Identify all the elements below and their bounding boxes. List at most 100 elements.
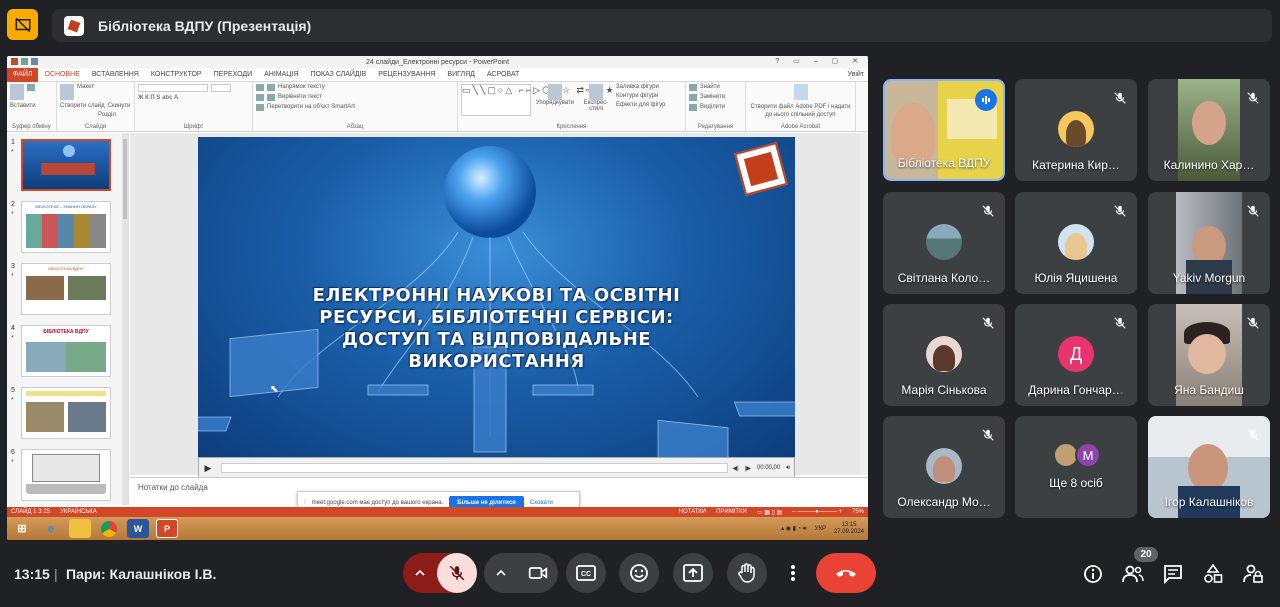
play-icon[interactable]: ▶ xyxy=(199,463,217,474)
host-controls-button[interactable] xyxy=(1242,563,1264,585)
font-size-select[interactable] xyxy=(211,84,231,92)
meeting-info-button[interactable] xyxy=(1082,563,1104,585)
word-icon[interactable]: W xyxy=(127,519,149,538)
chat-button[interactable] xyxy=(1162,563,1184,585)
tab-design[interactable]: КОНСТРУКТОР xyxy=(145,71,208,78)
font-name-select[interactable] xyxy=(138,84,208,92)
mic-options-chevron-icon[interactable] xyxy=(403,567,437,579)
view-buttons[interactable]: ▭ ▦ ▯ ▤ xyxy=(757,509,782,516)
select-button[interactable]: Виділити xyxy=(700,104,725,111)
arrange-icon[interactable] xyxy=(548,84,562,100)
adobe-pdf-icon[interactable] xyxy=(793,84,808,100)
participant-tile[interactable]: Д Дарина Гончар… xyxy=(1015,304,1137,406)
zoom-slider[interactable]: – ———●——— + xyxy=(792,509,842,516)
new-slide-button[interactable]: Створити слайд xyxy=(60,103,105,109)
people-button[interactable] xyxy=(1122,563,1144,585)
tray-icons[interactable]: ▴ ◉ ▮ ◔ 🔊︎ xyxy=(781,525,807,533)
drag-handle-icon[interactable]: ⁞ xyxy=(304,500,306,506)
quick-access-toolbar[interactable] xyxy=(11,58,38,65)
taskbar-clock[interactable]: 13:15 27.09.2024 xyxy=(834,522,864,536)
new-slide-icon[interactable] xyxy=(60,84,74,100)
slide-thumb-2[interactable]: БІБЛІОТЕКА – ЗНАННЯ ОБРАЗУ xyxy=(21,201,111,253)
create-pdf-button[interactable]: Створити файл Adobe PDF і надати до ньог… xyxy=(749,103,852,119)
numbering-icon[interactable] xyxy=(267,84,275,91)
align-center-icon[interactable] xyxy=(267,94,275,101)
participant-tile[interactable]: М Ще 8 осіб xyxy=(1015,416,1137,518)
reactions-button[interactable] xyxy=(619,553,659,593)
comments-toggle[interactable]: ПРИМІТКИ xyxy=(716,509,747,516)
quick-styles-icon[interactable] xyxy=(589,84,603,100)
participant-tile[interactable]: Калинино Хар… xyxy=(1148,79,1270,181)
tab-home[interactable]: ОСНОВНЕ xyxy=(38,71,85,78)
section-button[interactable]: Розділ xyxy=(98,112,116,118)
current-slide[interactable]: ЕЛЕКТРОННІ НАУКОВІ ТА ОСВІТНІ РЕСУРСИ, Б… xyxy=(198,137,795,457)
leave-call-button[interactable] xyxy=(816,553,876,593)
ie-icon[interactable]: e xyxy=(40,519,62,538)
paste-icon[interactable] xyxy=(10,84,24,100)
forward-icon[interactable]: |▶ xyxy=(745,465,751,472)
start-icon[interactable]: ⊞ xyxy=(11,519,33,538)
slide-thumb-1[interactable] xyxy=(21,139,111,191)
window-controls[interactable]: ? ▭ – ▢ ✕ xyxy=(775,57,864,65)
find-button[interactable]: Знайти xyxy=(700,84,720,91)
media-progress-track[interactable] xyxy=(221,463,729,473)
more-options-button[interactable] xyxy=(781,553,805,593)
participant-tile[interactable]: Бібліотека ВДПУ xyxy=(883,79,1005,181)
shape-fill-button[interactable]: Заливка фігури xyxy=(616,84,665,90)
volume-icon[interactable]: 🔊︎ xyxy=(786,465,790,472)
presentation-icon[interactable] xyxy=(7,9,38,40)
cut-icon[interactable] xyxy=(27,84,35,91)
tab-insert[interactable]: ВСТАВЛЕННЯ xyxy=(86,71,145,78)
align-left-icon[interactable] xyxy=(256,94,264,101)
participant-tile[interactable]: Юлія Яцишена xyxy=(1015,192,1137,294)
paste-button[interactable]: Вставити xyxy=(10,103,36,109)
participant-tile[interactable]: Марія Сінькова xyxy=(883,304,1005,406)
shape-effects-button[interactable]: Ефекти для фігур xyxy=(616,102,665,108)
slide-thumb-4[interactable]: БІБЛІОТЕКА ВДПУ xyxy=(21,325,111,377)
captions-button[interactable]: CC xyxy=(566,553,606,593)
explorer-icon[interactable] xyxy=(69,519,91,538)
powerpoint-taskbar-icon[interactable]: P xyxy=(156,519,178,538)
mic-toggle-button[interactable] xyxy=(437,553,477,593)
tab-view[interactable]: ВИГЛЯД xyxy=(441,71,481,78)
smartart-button[interactable]: Перетворити на об'єкт SmartArt xyxy=(267,104,355,111)
thumbnails-scrollbar[interactable] xyxy=(122,133,128,505)
slide-thumb-3[interactable]: БІБЛІОТЕКА ВДПУ xyxy=(21,263,111,315)
tab-file[interactable]: ФАЙЛ xyxy=(7,67,39,82)
participant-tile[interactable]: Олександр Мо… xyxy=(883,416,1005,518)
activities-button[interactable] xyxy=(1202,563,1224,585)
tab-review[interactable]: РЕЦЕНЗУВАННЯ xyxy=(372,71,441,78)
tab-animation[interactable]: АНІМАЦІЯ xyxy=(258,71,304,78)
columns-icon[interactable] xyxy=(256,104,264,111)
participant-tile[interactable]: Yakiv Morgun xyxy=(1148,192,1270,294)
participant-tile[interactable]: Світлана Коло… xyxy=(883,192,1005,294)
sign-in-link[interactable]: Увійт xyxy=(848,71,868,78)
quick-styles-button[interactable]: Експрес-стилі xyxy=(579,100,613,112)
text-direction-button[interactable]: Напрямок тексту xyxy=(278,84,325,91)
hide-notice-button[interactable]: Сховати xyxy=(530,500,553,506)
chrome-icon[interactable] xyxy=(98,519,120,538)
shapes-gallery[interactable]: ▭╲╲▢○△ ⌐⌐▷⬡⬠☆ ⇄⇨{}★ xyxy=(461,84,614,116)
replace-button[interactable]: Замінити xyxy=(700,94,725,101)
present-button[interactable] xyxy=(673,553,713,593)
tab-slideshow[interactable]: ПОКАЗ СЛАЙДІВ xyxy=(305,71,373,78)
notes-toggle[interactable]: НОТАТКИ xyxy=(679,509,706,516)
slide-thumb-5[interactable] xyxy=(21,387,111,439)
arrange-button[interactable]: Упорядкувати xyxy=(536,100,574,106)
tab-transitions[interactable]: ПЕРЕХОДИ xyxy=(208,71,259,78)
raise-hand-button[interactable] xyxy=(727,553,767,593)
reset-button[interactable]: Скинути xyxy=(108,103,131,109)
participant-tile[interactable]: Ігор Калашніков xyxy=(1148,416,1270,518)
participant-tile[interactable]: Яна Бандиш xyxy=(1148,304,1270,406)
slide-thumb-6[interactable] xyxy=(21,449,111,501)
participant-tile[interactable]: Катерина Кир… xyxy=(1015,79,1137,181)
rewind-icon[interactable]: ◀| xyxy=(732,465,738,472)
layout-button[interactable]: Макет xyxy=(77,84,94,100)
bullets-icon[interactable] xyxy=(256,84,264,91)
shape-outline-button[interactable]: Контури фігури xyxy=(616,93,665,99)
camera-options-chevron-icon[interactable] xyxy=(484,567,518,579)
align-text-button[interactable]: Вирівняти текст xyxy=(278,94,322,101)
tab-acrobat[interactable]: АСРОВАТ xyxy=(481,71,525,78)
keyboard-language[interactable]: УКР xyxy=(815,526,826,532)
camera-toggle-button[interactable] xyxy=(518,565,558,581)
